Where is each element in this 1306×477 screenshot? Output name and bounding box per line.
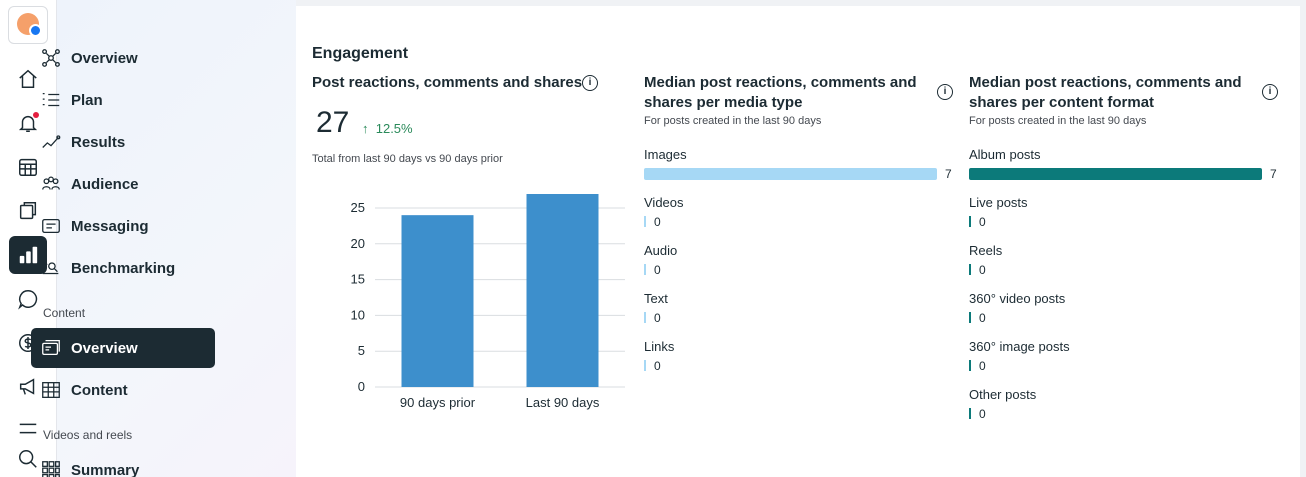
bar-label: Links: [644, 339, 675, 354]
info-icon[interactable]: i: [582, 75, 598, 91]
sidebar-item-messaging[interactable]: Messaging: [31, 206, 215, 246]
section-heading: Engagement: [312, 45, 409, 62]
sidebar-item-label: Benchmarking: [71, 259, 176, 277]
bar-value: 0: [654, 311, 661, 325]
y-tick-label: 0: [358, 379, 365, 394]
y-tick-label: 20: [351, 236, 365, 251]
table-icon: [42, 382, 60, 398]
people-icon: [42, 176, 60, 190]
bar-360-image-posts: [969, 360, 971, 371]
section-label-videos: Videos and reels: [43, 428, 133, 442]
section-label-content: Content: [43, 306, 86, 320]
bar-360-video-posts: [969, 312, 971, 323]
bar-text: [644, 312, 646, 323]
bar-label: Live posts: [969, 195, 1028, 210]
info-icon[interactable]: i: [1262, 84, 1278, 100]
delta-value: 12.5%: [375, 121, 413, 136]
sidebar-item-results[interactable]: Results: [31, 122, 215, 162]
card-title: Post reactions, comments and shares: [312, 74, 583, 91]
list-icon: [42, 92, 60, 107]
bar-label: 360° image posts: [969, 339, 1070, 354]
benchmark-icon: [42, 262, 59, 275]
sidebar-item-overview[interactable]: Overview: [31, 38, 215, 78]
bar-label: Other posts: [969, 387, 1037, 402]
sidebar-item-label: Summary: [71, 461, 140, 477]
bar-album-posts: [969, 168, 1262, 180]
bar-videos: [644, 216, 646, 227]
network-icon: [42, 49, 60, 67]
y-tick-label: 10: [351, 307, 365, 322]
sidebar-item-label: Audience: [71, 175, 139, 193]
bar-value: 7: [1270, 167, 1277, 181]
sidebar-item-benchmarking[interactable]: Benchmarking: [31, 248, 215, 288]
bar-label: Images: [644, 147, 687, 162]
x-tick-label: 90 days prior: [400, 395, 476, 410]
sidebar-item-label: Content: [71, 381, 128, 399]
cards-icon: [42, 340, 60, 356]
bar-reels: [969, 264, 971, 275]
x-tick-label: Last 90 days: [526, 395, 600, 410]
info-icon[interactable]: i: [937, 84, 953, 100]
card-note: For posts created in the last 90 days: [969, 115, 1147, 127]
bar-value: 0: [979, 215, 986, 229]
reactions-bar-chart: 0 5 10 15 20 25 90 days prior Last 90 days: [351, 194, 625, 410]
card-title-line1: Median post reactions, comments and: [969, 74, 1242, 91]
sidebar-item-audience[interactable]: Audience: [31, 164, 215, 204]
sidebar-item-label: Messaging: [71, 217, 149, 235]
card-title-line2: shares per content format: [969, 94, 1155, 111]
card-note: For posts created in the last 90 days: [644, 115, 822, 127]
bar-value: 0: [654, 359, 661, 373]
bar-value: 0: [654, 263, 661, 277]
sidebar-item-plan[interactable]: Plan: [31, 80, 215, 120]
card-title-line2: shares per media type: [644, 94, 803, 111]
bar-label: Audio: [644, 243, 678, 258]
bar-audio: [644, 264, 646, 275]
scrollbar[interactable]: [1300, 0, 1306, 477]
bar-links: [644, 360, 646, 371]
bar-value: 0: [979, 407, 986, 421]
sidebar-item-label: Results: [71, 133, 126, 151]
arrow-up-icon: ↑: [362, 121, 369, 136]
bar-other-posts: [969, 408, 971, 419]
bar-label: Reels: [969, 243, 1003, 258]
grid-icon: [42, 461, 60, 477]
sidebar-item-label: Plan: [71, 91, 103, 109]
bar-images: [644, 168, 937, 180]
sidebar-item-summary[interactable]: Summary: [31, 450, 215, 477]
total-value: 27: [316, 106, 350, 139]
delta-badge: ↑ 12.5%: [362, 121, 413, 136]
bar-value: 7: [945, 167, 952, 181]
card-note: Total from last 90 days vs 90 days prior: [312, 153, 503, 165]
bar-label: Videos: [644, 195, 684, 210]
sidebar-item-label: Overview: [71, 49, 138, 67]
bar-value: 0: [979, 359, 986, 373]
bar-label: Text: [644, 291, 668, 306]
bar-value: 0: [979, 311, 986, 325]
y-tick-label: 5: [358, 343, 365, 358]
chart-bar[interactable]: [526, 194, 599, 387]
bar-label: Album posts: [969, 147, 1041, 162]
chart-bar[interactable]: [401, 215, 474, 387]
bar-live-posts: [969, 216, 971, 227]
message-icon: [42, 218, 60, 234]
y-tick-label: 25: [351, 200, 365, 215]
bar-value: 0: [654, 215, 661, 229]
trend-icon: [42, 135, 61, 148]
card-title-line1: Median post reactions, comments and: [644, 74, 917, 91]
bar-value: 0: [979, 263, 986, 277]
facebook-badge-icon: [29, 24, 42, 37]
sidebar-item-content-overview[interactable]: Overview: [31, 328, 215, 368]
sidebar-item-label: Overview: [71, 339, 138, 357]
y-tick-label: 15: [351, 272, 365, 287]
sidebar-item-content[interactable]: Content: [31, 370, 215, 410]
bar-label: 360° video posts: [969, 291, 1066, 306]
